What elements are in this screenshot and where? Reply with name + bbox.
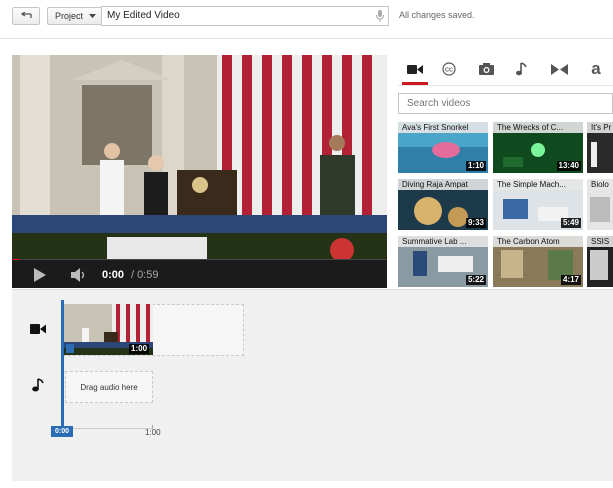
- audio-drop-label: Drag audio here: [80, 382, 138, 392]
- thumbnail-title: SSIS: [587, 236, 613, 247]
- thumbnail-title: The Simple Mach...: [493, 179, 583, 190]
- divider: [0, 38, 613, 39]
- video-thumbnail[interactable]: The Wrecks of C... 13:40: [493, 122, 583, 173]
- project-menu-button[interactable]: Project: [47, 7, 102, 25]
- video-thumbnail[interactable]: Summative Lab ... 5:22: [398, 236, 488, 287]
- thumbnail-title: Diving Raja Ampat: [398, 179, 488, 190]
- video-thumbnail[interactable]: The Simple Mach... 5:49: [493, 179, 583, 230]
- search-videos-input[interactable]: [398, 93, 613, 114]
- thumbnail-duration: 4:17: [560, 275, 581, 285]
- video-thumbnail[interactable]: Ava's First Snorkel 1:10: [398, 122, 488, 173]
- dropdown-arrow-icon: [89, 14, 97, 18]
- tab-photos[interactable]: [473, 58, 499, 80]
- tab-videos[interactable]: [402, 58, 428, 80]
- video-frame[interactable]: [12, 55, 387, 260]
- video-track-icon: [30, 324, 46, 334]
- video-thumbnail[interactable]: SSIS: [587, 236, 613, 287]
- timeline-ruler: [63, 425, 153, 429]
- thumbnail-title: Ava's First Snorkel: [398, 122, 488, 133]
- playhead-time[interactable]: 0:00: [51, 426, 73, 437]
- tab-text[interactable]: a: [583, 58, 609, 80]
- thumbnail-title: The Carbon Atom: [493, 236, 583, 247]
- tab-audio[interactable]: [508, 58, 534, 80]
- thumbnail-title: The Wrecks of C...: [493, 122, 583, 133]
- video-thumbnail[interactable]: Diving Raja Ampat 9:33: [398, 179, 488, 230]
- transitions-icon: [550, 63, 568, 75]
- tab-transitions[interactable]: [546, 58, 572, 80]
- video-camera-icon: [407, 64, 423, 74]
- thumbnail-duration: 13:40: [556, 161, 581, 171]
- tab-captions[interactable]: CC: [436, 58, 462, 80]
- video-thumbnail[interactable]: Biolo: [587, 179, 613, 230]
- back-arrow-icon: [20, 12, 32, 18]
- thumbnail-duration: 5:49: [560, 218, 581, 228]
- thumbnail-title: Biolo: [587, 179, 613, 190]
- save-status: All changes saved.: [399, 10, 475, 20]
- total-time: / 0:59: [131, 269, 159, 281]
- volume-icon[interactable]: [70, 267, 88, 283]
- text-icon: a: [591, 59, 601, 78]
- microphone-icon[interactable]: [375, 10, 385, 22]
- video-scene-image: [12, 55, 387, 260]
- photo-camera-icon: [478, 63, 494, 75]
- video-thumbnail[interactable]: It's Pr: [587, 122, 613, 173]
- play-icon[interactable]: [33, 267, 47, 283]
- playhead[interactable]: [61, 300, 64, 427]
- project-title-input[interactable]: My Edited Video: [101, 6, 389, 26]
- clip-duration: 1:00: [129, 344, 150, 354]
- thumbnail-duration: 1:10: [465, 161, 486, 171]
- video-thumbnail[interactable]: The Carbon Atom 4:17: [493, 236, 583, 287]
- thumbnail-duration: 5:22: [465, 275, 486, 285]
- svg-text:CC: CC: [445, 67, 453, 73]
- project-label: Project: [55, 11, 84, 21]
- music-note-icon: [515, 62, 527, 76]
- closed-captions-icon: CC: [442, 62, 456, 76]
- current-time: 0:00: [102, 269, 125, 281]
- back-button[interactable]: [12, 7, 40, 25]
- divider: [398, 85, 613, 86]
- player-controls-bar: [12, 260, 387, 288]
- thumbnail-duration: 9:33: [465, 218, 486, 228]
- audio-track-icon: [32, 378, 44, 392]
- thumbnail-title: It's Pr: [587, 122, 613, 133]
- thumbnail-title: Summative Lab ...: [398, 236, 488, 247]
- ruler-end-label: 1:00: [145, 428, 161, 437]
- audio-track-drop-zone[interactable]: Drag audio here: [65, 371, 153, 403]
